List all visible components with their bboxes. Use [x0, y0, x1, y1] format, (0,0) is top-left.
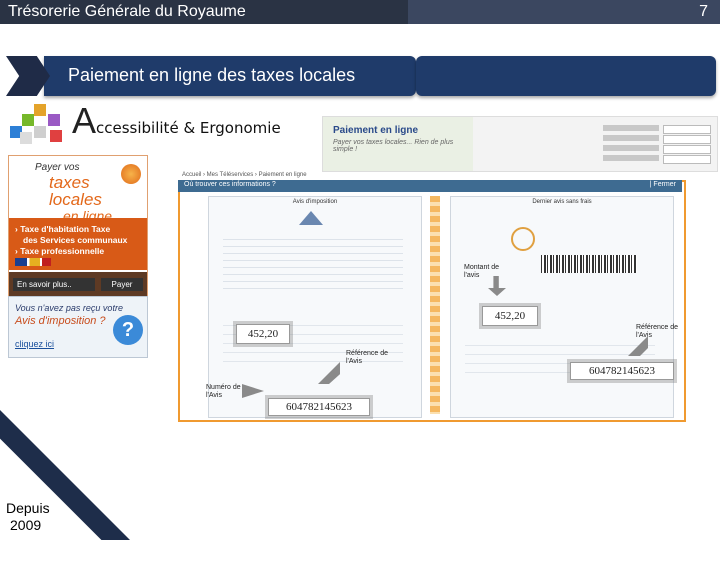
header-title: Trésorerie Générale du Royaume: [8, 3, 246, 20]
payment-logo-title: Paiement en ligne: [333, 125, 419, 136]
page-number: 7: [699, 3, 708, 20]
payment-logo-subtitle: Payer vos taxes locales... Rien de plus …: [333, 139, 454, 153]
amount-callout-right: 452,20: [482, 306, 538, 326]
since-text: Depuis 2009: [6, 500, 50, 534]
ad2-line1: Vous n'avez pas reçu votre: [15, 303, 123, 313]
label-reference-right: Référence de l'Avis: [636, 324, 679, 339]
payment-page-screenshot: Paiement en ligne Payer vos taxes locale…: [322, 116, 718, 172]
doc-left-title: Avis d'imposition: [292, 199, 338, 205]
doc-right-title: Dernier avis sans frais: [532, 199, 592, 205]
barcode-icon: [541, 255, 637, 273]
payment-logo-area: Paiement en ligne Payer vos taxes locale…: [323, 117, 473, 171]
heading-rest: ccessibilité & Ergonomie: [96, 119, 281, 137]
payment-form-preview: [603, 123, 713, 167]
missing-notice-ad-panel: Vous n'avez pas reçu votre Avis d'imposi…: [8, 296, 148, 358]
operational-stamp: OPERATIONNEL Depuis 2009: [0, 410, 130, 560]
top-header-bar: Trésorerie Générale du Royaume 7: [0, 0, 720, 24]
page-heading: Accessibilité & Ergonomie: [72, 100, 281, 142]
breadcrumb: Accueil › Mes Téléservices › Paiement en…: [182, 172, 307, 178]
since-line1: Depuis: [6, 500, 50, 516]
ad-line3: locales: [49, 190, 102, 209]
ad2-line2: Avis d'imposition ?: [15, 315, 106, 327]
colored-cubes-icon: [6, 100, 72, 146]
banner-right-panel: [416, 56, 716, 96]
doc-emblem-icon: [511, 227, 535, 251]
ad-list-item: des Services communaux: [23, 235, 128, 245]
label-amount: Montant de l'avis: [464, 264, 500, 279]
click-here-link[interactable]: cliquez ici: [15, 339, 54, 349]
reference-callout-left: 604782145623: [268, 398, 370, 416]
doc-emblem-icon: [299, 211, 323, 225]
ad-line1: Payer vos: [35, 162, 80, 173]
learn-more-button[interactable]: En savoir plus..: [13, 278, 95, 291]
ad-list-item: › Taxe professionnelle: [15, 246, 105, 256]
ad-list-item: › Taxe d'habitation Taxe: [15, 224, 111, 234]
ad-tax-list: › Taxe d'habitation Taxe des Services co…: [9, 218, 147, 270]
section-banner: Paiement en ligne des taxes locales: [6, 56, 416, 96]
close-link[interactable]: | Fermer: [650, 181, 676, 188]
label-reference-left: Référence de l'Avis: [346, 350, 389, 365]
reference-callout-right: 604782145623: [570, 362, 674, 380]
pay-taxes-ad-panel: Payer vos taxes locales en ligne › Taxe …: [8, 155, 148, 297]
header-right-tab: [408, 0, 720, 24]
notice-help-screenshot: Accueil › Mes Téléservices › Paiement en…: [172, 172, 686, 422]
pay-button[interactable]: Payer: [101, 278, 143, 291]
since-line2: 2009: [10, 517, 42, 533]
card-logos-icon: [15, 258, 51, 266]
ad-line2: taxes: [49, 173, 90, 192]
heading-initial: A: [72, 100, 97, 141]
separator-strip: [430, 196, 440, 414]
help-question: Où trouver ces informations ?: [184, 181, 276, 188]
banner-text: Paiement en ligne des taxes locales: [68, 65, 356, 85]
label-notice-number: Numéro de l'Avis: [206, 384, 241, 399]
amount-callout-left: 452,20: [236, 324, 290, 344]
help-header-bar: Où trouver ces informations ? | Fermer: [178, 180, 682, 192]
question-mark-icon: ?: [113, 315, 143, 345]
